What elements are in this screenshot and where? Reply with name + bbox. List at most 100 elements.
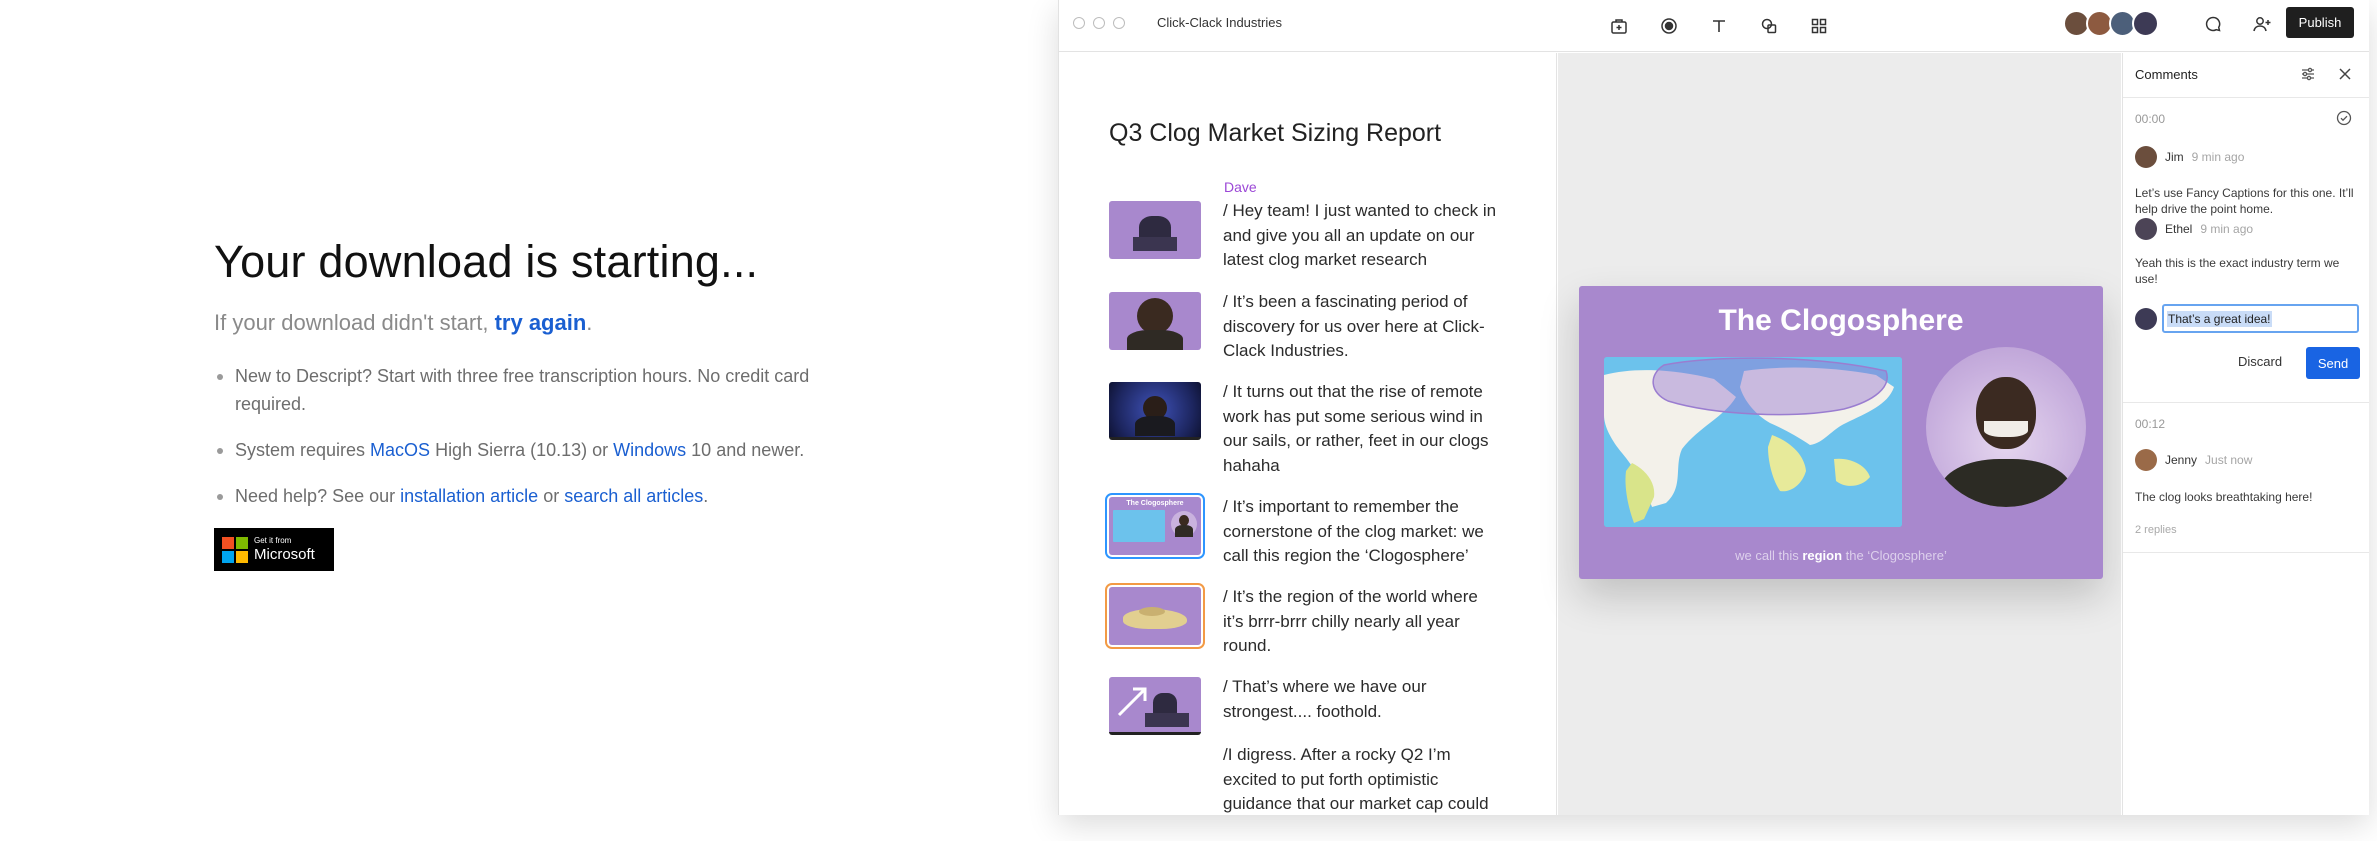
script-paragraph[interactable]: / That’s where we have our strongest....… bbox=[1109, 675, 1503, 735]
scene-thumbnail[interactable] bbox=[1109, 292, 1201, 350]
comment-author: Jim 9 min ago bbox=[2135, 146, 2244, 168]
req-text-a: System requires bbox=[235, 440, 371, 460]
avatar[interactable] bbox=[2132, 10, 2159, 37]
installation-article-link[interactable]: installation article bbox=[400, 486, 538, 506]
world-map[interactable] bbox=[1604, 357, 1902, 527]
badge-small-text: Get it from bbox=[254, 536, 292, 545]
info-item-free-hours: New to Descript? Start with three free t… bbox=[214, 362, 854, 418]
avatar bbox=[2135, 308, 2157, 330]
video-canvas[interactable]: The Clogosphere we call this region the … bbox=[1558, 53, 2121, 815]
script-paragraph[interactable]: / It’s the region of the world where it’… bbox=[1105, 583, 1503, 659]
paragraph-text[interactable]: / Hey team! I just wanted to check in an… bbox=[1223, 199, 1503, 273]
maximize-window-icon[interactable] bbox=[1113, 17, 1125, 29]
help-text-c: . bbox=[703, 486, 709, 506]
caption-text-c: the ‘Clogosphere’ bbox=[1842, 548, 1947, 563]
download-subtitle: If your download didn't start, try again… bbox=[214, 310, 854, 336]
comment-time: 9 min ago bbox=[2200, 222, 2254, 236]
world-map-graphic bbox=[1604, 357, 1902, 527]
comments-title: Comments bbox=[2135, 67, 2198, 82]
speaker-label[interactable]: Dave bbox=[1224, 179, 1257, 195]
badge-big-text: Microsoft bbox=[254, 546, 315, 563]
script-paragraph[interactable]: /I digress. After a rocky Q2 I’m excited… bbox=[1109, 743, 1503, 815]
text-icon[interactable] bbox=[1705, 12, 1733, 40]
document-title[interactable]: Q3 Clog Market Sizing Report bbox=[1109, 119, 1441, 148]
comments-icon[interactable] bbox=[2200, 11, 2226, 37]
project-name[interactable]: Click-Clack Industries bbox=[1157, 15, 1282, 30]
thread-timestamp[interactable]: 00:00 bbox=[2135, 112, 2165, 126]
script-paragraph[interactable]: / It’s been a fascinating period of disc… bbox=[1109, 290, 1503, 364]
caption-text-a: we call this bbox=[1735, 548, 1803, 563]
avatar bbox=[2135, 218, 2157, 240]
scene-thumbnail[interactable] bbox=[1105, 583, 1205, 649]
paragraph-text[interactable]: / It’s been a fascinating period of disc… bbox=[1223, 290, 1503, 364]
comments-panel: Comments 00:00 Jim 9 min ago Let’s use F… bbox=[2122, 53, 2369, 815]
slide-caption[interactable]: we call this region the ‘Clogosphere’ bbox=[1579, 548, 2103, 563]
req-text-c: 10 and newer. bbox=[686, 440, 805, 460]
macos-link[interactable]: MacOS bbox=[370, 440, 430, 460]
scene-thumbnail[interactable] bbox=[1109, 201, 1201, 259]
paragraph-text[interactable]: /I digress. After a rocky Q2 I’m excited… bbox=[1223, 743, 1503, 815]
script-editor[interactable]: Q3 Clog Market Sizing Report Dave / Hey … bbox=[1059, 53, 1557, 815]
filter-icon[interactable] bbox=[2298, 64, 2318, 84]
help-text-b: or bbox=[538, 486, 565, 506]
storyboard-icon[interactable] bbox=[1605, 12, 1633, 40]
replies-count[interactable]: 2 replies bbox=[2135, 524, 2177, 536]
search-articles-link[interactable]: search all articles bbox=[564, 486, 703, 506]
avatar bbox=[2135, 146, 2157, 168]
paragraph-text[interactable]: / That’s where we have our strongest....… bbox=[1223, 675, 1503, 735]
paragraph-text[interactable]: / It’s important to remember the corners… bbox=[1223, 495, 1503, 569]
minimize-window-icon[interactable] bbox=[1093, 17, 1105, 29]
scene-thumbnail[interactable] bbox=[1109, 677, 1201, 735]
comment-text: The clog looks breathtaking here! bbox=[2135, 490, 2313, 504]
thread-timestamp[interactable]: 00:12 bbox=[2135, 417, 2165, 431]
comment-author: Ethel 9 min ago bbox=[2135, 218, 2253, 240]
scene-thumbnail-selected[interactable]: The Clogosphere bbox=[1105, 493, 1205, 559]
thumbnail-title: The Clogosphere bbox=[1126, 500, 1184, 507]
window-controls bbox=[1073, 17, 1125, 29]
try-again-link[interactable]: try again bbox=[495, 310, 587, 335]
author-name: Jenny bbox=[2165, 453, 2198, 467]
subtitle-prefix: If your download didn't start, bbox=[214, 310, 495, 335]
help-text-a: Need help? See our bbox=[235, 486, 401, 506]
discard-button[interactable]: Discard bbox=[2238, 354, 2282, 369]
subtitle-suffix: . bbox=[586, 310, 593, 335]
scene-thumbnail[interactable] bbox=[1109, 382, 1201, 440]
comment-thread[interactable]: 00:00 Jim 9 min ago Let’s use Fancy Capt… bbox=[2123, 98, 2369, 403]
info-item-system-requirements: System requires MacOS High Sierra (10.13… bbox=[214, 436, 854, 464]
caption-highlight: region bbox=[1802, 548, 1843, 563]
microsoft-store-badge[interactable]: Get it from Microsoft bbox=[214, 528, 334, 571]
author-name: Jim bbox=[2165, 150, 2184, 164]
paragraph-text[interactable]: / It’s the region of the world where it’… bbox=[1223, 585, 1503, 659]
reply-input-value[interactable]: That’s a great idea! bbox=[2167, 310, 2272, 327]
comment-text: Yeah this is the exact industry term we … bbox=[2135, 256, 2340, 286]
avatar bbox=[2135, 449, 2157, 471]
script-paragraph[interactable]: / Hey team! I just wanted to check in an… bbox=[1109, 199, 1503, 273]
info-list: New to Descript? Start with three free t… bbox=[214, 362, 854, 510]
slide-preview[interactable]: The Clogosphere we call this region the … bbox=[1579, 286, 2103, 579]
windows-link[interactable]: Windows bbox=[613, 440, 686, 460]
publish-button[interactable]: Publish bbox=[2286, 7, 2354, 38]
download-title: Your download is starting... bbox=[214, 236, 759, 287]
slide-title[interactable]: The Clogosphere bbox=[1579, 304, 2103, 338]
script-paragraph[interactable]: / It turns out that the rise of remote w… bbox=[1109, 380, 1503, 478]
send-button[interactable]: Send bbox=[2306, 347, 2360, 379]
grid-icon[interactable] bbox=[1805, 12, 1833, 40]
badge-text: Get it from Microsoft bbox=[254, 536, 315, 563]
record-icon[interactable] bbox=[1655, 12, 1683, 40]
comment-time: 9 min ago bbox=[2191, 150, 2245, 164]
shapes-icon[interactable] bbox=[1755, 12, 1783, 40]
presenter-portrait[interactable] bbox=[1926, 347, 2086, 507]
script-paragraph[interactable]: The Clogosphere / It’s important to reme… bbox=[1105, 493, 1503, 569]
paragraph-text[interactable]: / It turns out that the rise of remote w… bbox=[1223, 380, 1503, 478]
resolve-check-icon[interactable] bbox=[2334, 108, 2354, 128]
download-panel: Your download is starting... If your dow… bbox=[214, 236, 854, 571]
req-text-b: High Sierra (10.13) or bbox=[430, 440, 614, 460]
comment-author: Jenny Just now bbox=[2135, 449, 2252, 471]
close-icon[interactable] bbox=[2335, 64, 2355, 84]
comment-thread[interactable]: 00:12 Jenny Just now The clog looks brea… bbox=[2123, 403, 2369, 553]
add-user-icon[interactable] bbox=[2249, 11, 2275, 37]
author-name: Ethel bbox=[2165, 222, 2193, 236]
reply-input[interactable]: That’s a great idea! bbox=[2162, 304, 2359, 333]
collaborator-avatars[interactable] bbox=[2063, 10, 2159, 37]
close-window-icon[interactable] bbox=[1073, 17, 1085, 29]
